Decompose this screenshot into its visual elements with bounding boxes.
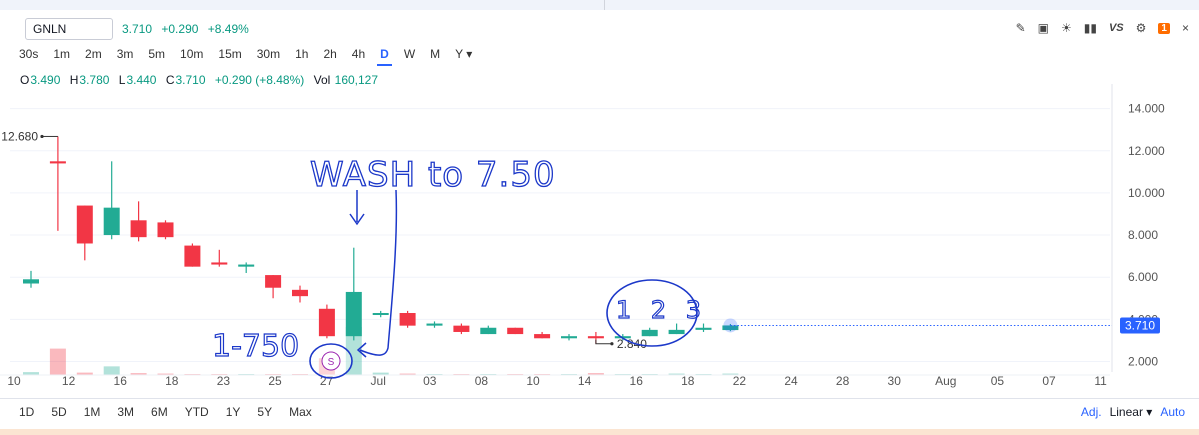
x-tick-label: 10	[526, 374, 540, 388]
markers: 12.680 2.840 3.710	[1, 129, 1160, 351]
candle-body	[453, 325, 470, 332]
range-5y[interactable]: 5Y	[257, 405, 272, 419]
candle-body	[372, 313, 389, 316]
x-tick-label: Aug	[935, 374, 956, 388]
candle-body	[399, 313, 416, 326]
candle-body	[507, 327, 524, 335]
x-tick-label: 23	[217, 374, 231, 388]
range-1d[interactable]: 1D	[19, 405, 34, 419]
low-marker-dot	[610, 342, 614, 346]
range-5d[interactable]: 5D	[51, 405, 66, 419]
range-1m[interactable]: 1M	[84, 405, 101, 419]
low-marker-line	[595, 339, 612, 345]
candle-body	[587, 336, 604, 339]
annotation-123-text: 1 2 3	[616, 296, 707, 324]
x-tick-label: 16	[114, 374, 128, 388]
candle-body	[184, 245, 201, 267]
y-tick-label: 12.000	[1128, 144, 1165, 158]
x-tick-label: 14	[578, 374, 592, 388]
x-tick-label: 28	[836, 374, 850, 388]
candle-body	[49, 161, 66, 164]
x-tick-label: 08	[475, 374, 489, 388]
time-axis: 10 12 16 18 23 25 27 Jul 03 08 10 14 16 18 22 24 28 30 Aug…	[0, 374, 1110, 388]
y-tick-label: 10.000	[1128, 186, 1165, 200]
range-1y[interactable]: 1Y	[226, 405, 241, 419]
candle-body	[426, 323, 443, 326]
x-tick-label: 07	[1042, 374, 1056, 388]
low-marker-label: 2.840	[617, 337, 647, 351]
last-price-pulse	[723, 318, 738, 333]
y-tick-label: 8.000	[1128, 228, 1158, 242]
volume-bars	[23, 327, 739, 375]
y-tick-label: 14.000	[1128, 102, 1165, 116]
x-tick-label: 24	[784, 374, 798, 388]
annotation-arrow-down	[349, 190, 365, 226]
candle-body	[292, 289, 308, 297]
candle-body	[23, 279, 39, 284]
candle-body	[130, 220, 147, 238]
volume-bar	[49, 348, 66, 375]
annotation-wash-text: WASH to 7.50	[310, 155, 556, 195]
x-tick-label: 11	[1094, 374, 1107, 388]
x-tick-label: 05	[991, 374, 1005, 388]
candle-body	[211, 262, 228, 265]
last-price-label: 3.710	[1125, 318, 1155, 332]
scale-mode-dropdown[interactable]: Linear ▾	[1110, 405, 1153, 419]
auto-scale-toggle[interactable]: Auto	[1160, 405, 1185, 419]
x-tick-label: 18	[681, 374, 695, 388]
candle-body	[76, 205, 93, 244]
x-tick-label: 16	[630, 374, 644, 388]
range-selector: 1D 5D 1M 3M 6M YTD 1Y 5Y Max	[19, 405, 329, 419]
range-3m[interactable]: 3M	[117, 405, 134, 419]
candle-body	[561, 336, 577, 339]
candle-body	[534, 334, 551, 339]
x-tick-label: 25	[268, 374, 282, 388]
x-tick-label: 18	[165, 374, 179, 388]
y-tick-label: 6.000	[1128, 270, 1158, 284]
range-ytd[interactable]: YTD	[185, 405, 209, 419]
range-bar: 1D 5D 1M 3M 6M YTD 1Y 5Y Max Adj. Linear ▾ Auto	[0, 398, 1199, 430]
candle-body	[265, 275, 282, 288]
x-tick-label: 03	[423, 374, 437, 388]
candle-body	[668, 329, 685, 335]
range-max[interactable]: Max	[289, 405, 312, 419]
candle-body	[695, 327, 712, 330]
candle-body	[318, 308, 335, 337]
x-tick-label: Jul	[371, 374, 386, 388]
x-tick-label: 10	[7, 374, 21, 388]
x-tick-label: 22	[733, 374, 747, 388]
adj-toggle[interactable]: Adj.	[1081, 405, 1102, 419]
candle-body	[157, 222, 174, 238]
candle-body	[103, 207, 120, 236]
split-event-label: S	[328, 357, 335, 368]
price-chart[interactable]: 14.00012.00010.0008.0006.0004.0002.000 1…	[0, 0, 1199, 398]
x-tick-label: 12	[62, 374, 76, 388]
high-marker-dot	[40, 134, 44, 139]
y-tick-label: 2.000	[1128, 354, 1158, 368]
candle-body	[641, 329, 658, 337]
high-marker-label: 12.680	[1, 129, 38, 143]
x-tick-label: 30	[888, 374, 902, 388]
scale-controls: Adj. Linear ▾ Auto	[1081, 405, 1185, 419]
chart-grid	[10, 108, 1110, 362]
range-6m[interactable]: 6M	[151, 405, 168, 419]
annotation-split-text: 1-750	[212, 329, 299, 364]
bottom-strip	[0, 429, 1199, 435]
candle-body	[480, 327, 497, 335]
candle-body	[345, 291, 362, 337]
candle-body	[238, 264, 255, 267]
